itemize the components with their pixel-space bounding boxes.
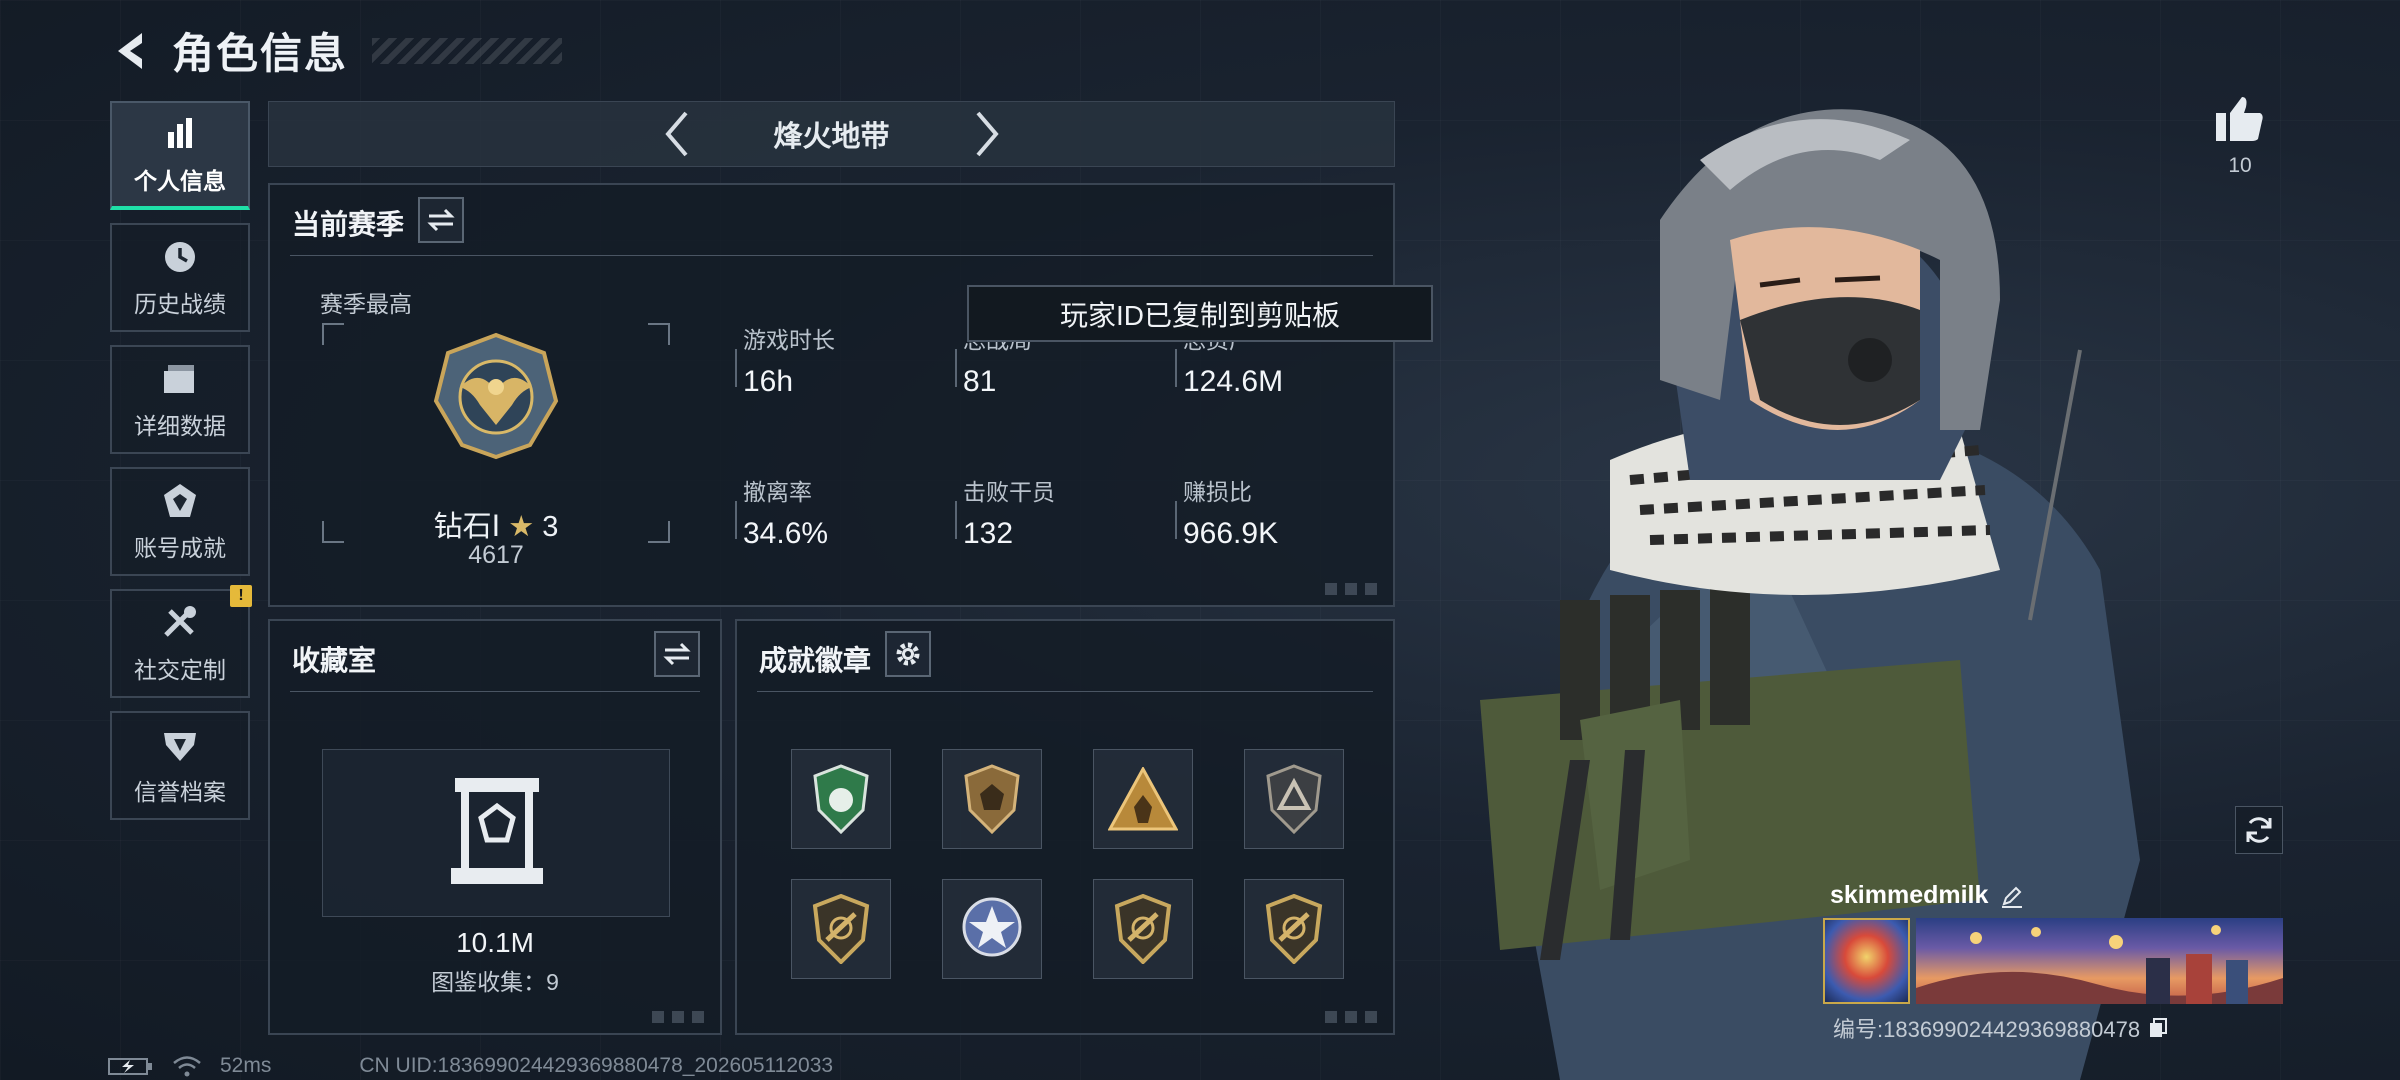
reputation-icon bbox=[164, 732, 196, 761]
season-title: 当前赛季 bbox=[292, 209, 405, 240]
ping-value: 52ms bbox=[220, 1054, 272, 1077]
badge-gold-rifle-3[interactable] bbox=[1244, 879, 1344, 979]
star-icon: ★ bbox=[508, 511, 535, 543]
season-best-label: 赛季最高 bbox=[320, 291, 412, 317]
warning-badge: ! bbox=[230, 585, 252, 607]
badge-star-medal[interactable] bbox=[942, 879, 1042, 979]
chevron-right-icon bbox=[975, 111, 999, 157]
player-name: skimmedmilk bbox=[1830, 881, 2024, 910]
chevron-left-icon bbox=[664, 111, 688, 157]
like-count: 10 bbox=[2228, 154, 2252, 177]
copied-toast: 玩家ID已复制到剪贴板 bbox=[967, 285, 1433, 342]
divider bbox=[290, 255, 1373, 256]
title-decoration bbox=[372, 37, 563, 64]
mode-selector: 烽火地带 bbox=[268, 101, 1395, 167]
edit-pencil-icon[interactable] bbox=[2000, 884, 2024, 908]
sidebar-item-label: 详细数据 bbox=[134, 412, 226, 439]
season-switch-button[interactable] bbox=[418, 197, 464, 243]
sidebar-item-social-custom[interactable]: ! 社交定制 bbox=[110, 585, 252, 698]
stat-operators-defeated: 击败干员 132 bbox=[955, 473, 1163, 551]
like-button[interactable]: 10 bbox=[2210, 95, 2270, 178]
diamond-rank-emblem-icon bbox=[433, 332, 559, 460]
badges-title: 成就徽章 bbox=[759, 645, 872, 676]
profile-banner[interactable] bbox=[1916, 918, 2283, 1004]
achievement-icon bbox=[164, 483, 196, 517]
page-header: 角色信息 bbox=[110, 20, 563, 81]
back-arrow-icon bbox=[118, 32, 142, 69]
season-panel: 当前赛季 赛季最高 钻石Ⅰ ★ 3 4617 游戏时长 16h 总战局 81 bbox=[268, 183, 1395, 607]
gear-icon bbox=[896, 642, 920, 666]
bar-chart-icon bbox=[168, 117, 192, 148]
collection-value: 10.1M bbox=[456, 927, 534, 958]
green-shield-badge-icon bbox=[813, 764, 869, 834]
rotate-character-button[interactable] bbox=[2235, 806, 2283, 854]
battery-charging-icon bbox=[108, 1058, 152, 1075]
gold-rifle-shield-badge-icon bbox=[1265, 894, 1323, 964]
display-case-icon bbox=[451, 778, 543, 884]
gold-triangle-badge-icon bbox=[1108, 767, 1178, 831]
avatar[interactable] bbox=[1823, 918, 1910, 1004]
sidebar-item-label: 账号成就 bbox=[134, 534, 226, 561]
sidebar-item-achievements[interactable]: 账号成就 bbox=[110, 467, 250, 576]
mode-name: 烽火地带 bbox=[773, 121, 890, 153]
sidebar-item-label: 信誉档案 bbox=[134, 778, 226, 805]
copy-icon[interactable] bbox=[2148, 1017, 2168, 1039]
collection-title: 收藏室 bbox=[292, 645, 377, 676]
sidebar-item-personal-info[interactable]: 个人信息 bbox=[110, 101, 250, 210]
collection-display[interactable] bbox=[322, 749, 670, 917]
banner-artwork bbox=[1916, 925, 2283, 1004]
sidebar-item-detailed-data[interactable]: 详细数据 bbox=[110, 345, 250, 454]
uid-text: CN UID:183699024429369880478_20260511203… bbox=[359, 1054, 834, 1077]
thumbs-up-icon bbox=[2216, 97, 2263, 141]
player-id: 编号:183699024429369880478 bbox=[1833, 1012, 2168, 1044]
gold-rifle-shield-badge-icon bbox=[812, 894, 870, 964]
badge-bronze-shield[interactable] bbox=[942, 749, 1042, 849]
divider bbox=[290, 691, 700, 692]
achievement-badges-panel: 成就徽章 bbox=[735, 619, 1395, 1035]
status-footer: 52ms CN UID:183699024429369880478_202605… bbox=[108, 1054, 833, 1078]
page-title: 角色信息 bbox=[172, 30, 349, 77]
mode-prev-button[interactable] bbox=[647, 104, 707, 164]
history-clock-icon bbox=[165, 241, 195, 272]
sidebar-item-label: 社交定制 bbox=[134, 656, 226, 683]
bronze-shield-badge-icon bbox=[964, 764, 1020, 834]
swap-icon bbox=[663, 642, 691, 666]
star-medal-badge-icon bbox=[962, 897, 1022, 957]
sidebar-item-reputation[interactable]: 信誉档案 bbox=[110, 711, 250, 820]
swap-icon bbox=[427, 208, 455, 232]
collection-panel: 收藏室 10.1M 图鉴收集：9 bbox=[268, 619, 722, 1035]
badge-green-shield[interactable] bbox=[791, 749, 891, 849]
badge-grey-shield[interactable] bbox=[1244, 749, 1344, 849]
badges-settings-button[interactable] bbox=[885, 631, 931, 677]
sidebar: 个人信息 历史战绩 详细数据 账号成就 ! 社交定制 信誉档案 bbox=[110, 101, 252, 833]
wifi-icon bbox=[173, 1056, 201, 1077]
stat-extraction-rate: 撤离率 34.6% bbox=[735, 473, 943, 551]
divider bbox=[757, 691, 1373, 692]
folder-icon bbox=[164, 364, 194, 393]
badge-gold-rifle-2[interactable] bbox=[1093, 879, 1193, 979]
tools-icon bbox=[164, 605, 196, 637]
stat-profit-loss-ratio: 赚损比 966.9K bbox=[1175, 473, 1383, 551]
back-button[interactable] bbox=[110, 23, 154, 79]
collection-switch-button[interactable] bbox=[654, 631, 700, 677]
rank-score: 4617 bbox=[468, 541, 524, 569]
sidebar-item-label: 个人信息 bbox=[134, 167, 226, 194]
corner-decoration bbox=[1325, 583, 1381, 595]
badge-gold-triangle[interactable] bbox=[1093, 749, 1193, 849]
badge-gold-rifle-1[interactable] bbox=[791, 879, 891, 979]
sidebar-item-label: 历史战绩 bbox=[134, 290, 226, 317]
gold-rifle-shield-badge-icon bbox=[1114, 894, 1172, 964]
rank-name: 钻石Ⅰ ★ 3 bbox=[433, 511, 559, 543]
corner-decoration bbox=[1325, 1011, 1381, 1023]
stat-play-time: 游戏时长 16h bbox=[735, 321, 943, 399]
collection-count: 图鉴收集：9 bbox=[431, 969, 559, 995]
grey-shield-triangle-badge-icon bbox=[1266, 764, 1322, 834]
corner-decoration bbox=[652, 1011, 708, 1023]
mode-next-button[interactable] bbox=[957, 104, 1017, 164]
sidebar-item-history[interactable]: 历史战绩 bbox=[110, 223, 250, 332]
rotate-icon bbox=[2246, 817, 2272, 843]
